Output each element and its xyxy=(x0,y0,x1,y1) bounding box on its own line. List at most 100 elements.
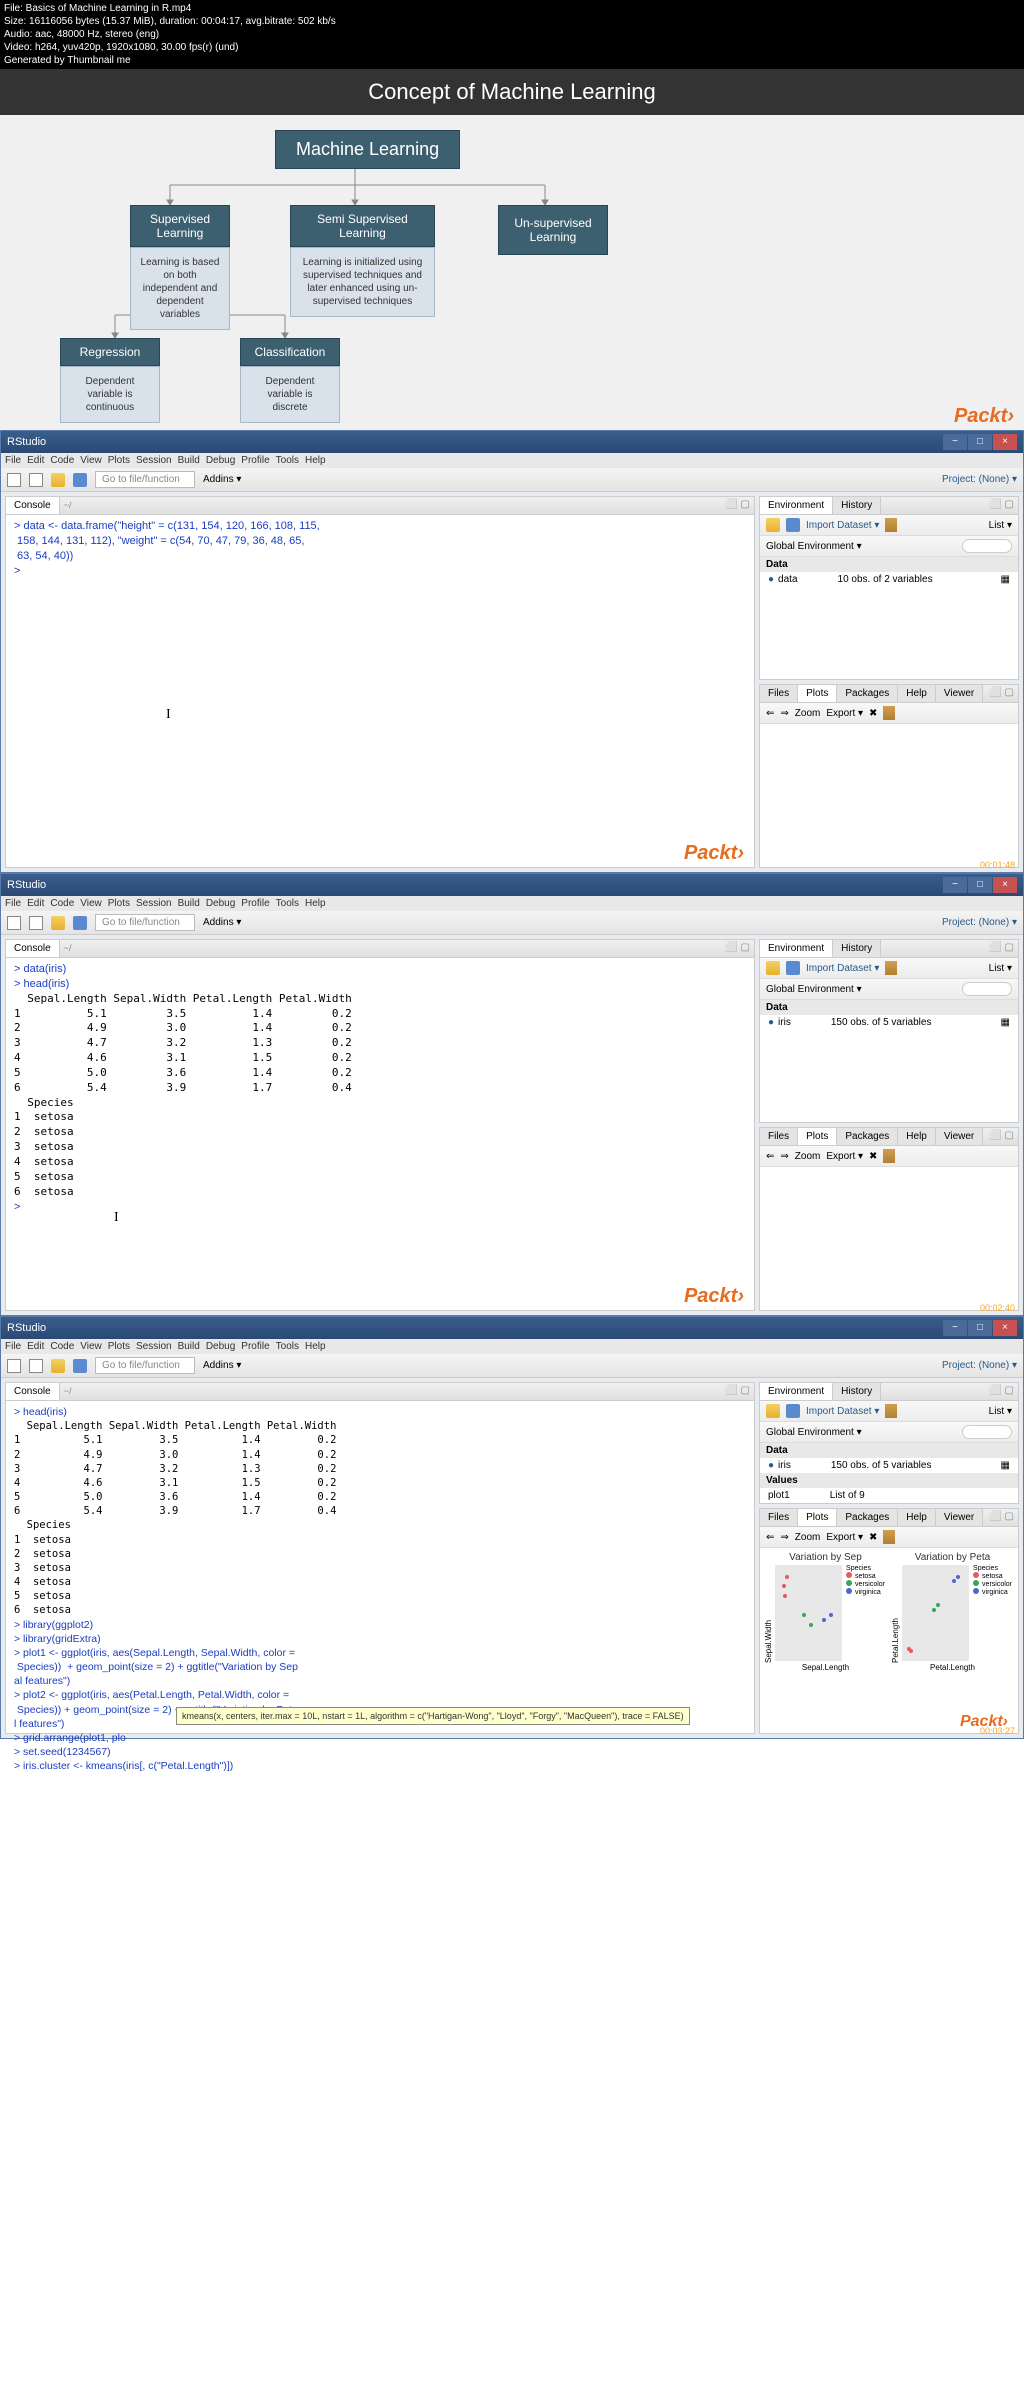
menu-plots[interactable]: Plots xyxy=(108,1341,130,1352)
max-button[interactable]: □ xyxy=(968,434,992,450)
pane-controls[interactable]: ⬜ ▢ xyxy=(721,940,754,957)
menu-file[interactable]: File xyxy=(5,455,21,466)
menu-plots[interactable]: Plots xyxy=(108,455,130,466)
new-file-icon[interactable] xyxy=(7,916,21,930)
tab-console[interactable]: Console xyxy=(6,1383,60,1400)
save-icon[interactable] xyxy=(73,473,87,487)
import-dataset-button[interactable]: Import Dataset ▾ xyxy=(806,1406,879,1417)
load-icon[interactable] xyxy=(766,961,780,975)
prev-plot-icon[interactable]: ⇐ xyxy=(766,1151,774,1162)
pane-controls[interactable]: ⬜ ▢ xyxy=(985,1128,1018,1145)
tab-viewer[interactable]: Viewer xyxy=(936,1509,983,1526)
tab-environment[interactable]: Environment xyxy=(760,497,833,514)
menu-tools[interactable]: Tools xyxy=(276,898,299,909)
save-ws-icon[interactable] xyxy=(786,1404,800,1418)
menu-debug[interactable]: Debug xyxy=(206,898,235,909)
next-plot-icon[interactable]: ⇒ xyxy=(780,1532,788,1543)
tab-help[interactable]: Help xyxy=(898,685,936,702)
new-project-icon[interactable] xyxy=(29,916,43,930)
new-project-icon[interactable] xyxy=(29,1359,43,1373)
menu-code[interactable]: Code xyxy=(50,455,74,466)
save-ws-icon[interactable] xyxy=(786,518,800,532)
load-icon[interactable] xyxy=(766,518,780,532)
save-icon[interactable] xyxy=(73,916,87,930)
clear-plots-icon[interactable] xyxy=(883,706,895,720)
menu-build[interactable]: Build xyxy=(178,1341,200,1352)
menu-edit[interactable]: Edit xyxy=(27,898,44,909)
menu-debug[interactable]: Debug xyxy=(206,455,235,466)
prev-plot-icon[interactable]: ⇐ xyxy=(766,708,774,719)
titlebar[interactable]: RStudio −□× xyxy=(1,431,1023,453)
import-dataset-button[interactable]: Import Dataset ▾ xyxy=(806,963,879,974)
menu-help[interactable]: Help xyxy=(305,1341,326,1352)
menu-profile[interactable]: Profile xyxy=(241,455,269,466)
menu-build[interactable]: Build xyxy=(178,455,200,466)
save-ws-icon[interactable] xyxy=(786,961,800,975)
remove-plot-icon[interactable]: ✖ xyxy=(869,1532,877,1543)
min-button[interactable]: − xyxy=(943,877,967,893)
export-button[interactable]: Export ▾ xyxy=(826,1532,863,1543)
tab-history[interactable]: History xyxy=(833,940,881,957)
tab-history[interactable]: History xyxy=(833,497,881,514)
menu-tools[interactable]: Tools xyxy=(276,455,299,466)
menu-tools[interactable]: Tools xyxy=(276,1341,299,1352)
pane-controls[interactable]: ⬜ ▢ xyxy=(721,497,754,514)
list-view-button[interactable]: List ▾ xyxy=(989,520,1012,531)
menu-code[interactable]: Code xyxy=(50,898,74,909)
env-search[interactable] xyxy=(962,1425,1012,1439)
menu-code[interactable]: Code xyxy=(50,1341,74,1352)
menu-view[interactable]: View xyxy=(80,898,102,909)
console-pane[interactable]: Console~/ ⬜ ▢ > data(iris) > head(iris) … xyxy=(5,939,755,1311)
env-search[interactable] xyxy=(962,982,1012,996)
menu-file[interactable]: File xyxy=(5,898,21,909)
max-button[interactable]: □ xyxy=(968,1320,992,1336)
new-project-icon[interactable] xyxy=(29,473,43,487)
pane-controls[interactable]: ⬜ ▢ xyxy=(985,1509,1018,1526)
clear-icon[interactable] xyxy=(885,518,897,532)
menu-bar[interactable]: FileEditCodeViewPlotsSessionBuildDebugPr… xyxy=(1,896,1023,911)
clear-icon[interactable] xyxy=(885,961,897,975)
menu-debug[interactable]: Debug xyxy=(206,1341,235,1352)
menu-session[interactable]: Session xyxy=(136,1341,172,1352)
menu-session[interactable]: Session xyxy=(136,455,172,466)
clear-icon[interactable] xyxy=(885,1404,897,1418)
close-button[interactable]: × xyxy=(993,1320,1017,1336)
tab-help[interactable]: Help xyxy=(898,1509,936,1526)
tab-packages[interactable]: Packages xyxy=(837,1128,898,1145)
menu-profile[interactable]: Profile xyxy=(241,1341,269,1352)
project-menu[interactable]: Project: (None) ▾ xyxy=(942,1360,1017,1371)
global-env-button[interactable]: Global Environment ▾ xyxy=(766,1427,862,1438)
remove-plot-icon[interactable]: ✖ xyxy=(869,1151,877,1162)
import-dataset-button[interactable]: Import Dataset ▾ xyxy=(806,520,879,531)
clear-plots-icon[interactable] xyxy=(883,1530,895,1544)
env-item[interactable]: plot1List of 9 xyxy=(760,1488,1018,1503)
project-menu[interactable]: Project: (None) ▾ xyxy=(942,474,1017,485)
addins-button[interactable]: Addins ▾ xyxy=(203,474,241,485)
env-search[interactable] xyxy=(962,539,1012,553)
global-env-button[interactable]: Global Environment ▾ xyxy=(766,541,862,552)
next-plot-icon[interactable]: ⇒ xyxy=(780,1151,788,1162)
menu-session[interactable]: Session xyxy=(136,898,172,909)
max-button[interactable]: □ xyxy=(968,877,992,893)
menu-view[interactable]: View xyxy=(80,1341,102,1352)
zoom-button[interactable]: Zoom xyxy=(795,1151,821,1162)
menu-bar[interactable]: File Edit Code View Plots Session Build Debug Pr… xyxy=(1,1339,1023,1354)
menu-plots[interactable]: Plots xyxy=(108,898,130,909)
list-view-button[interactable]: List ▾ xyxy=(989,1406,1012,1417)
global-env-button[interactable]: Global Environment ▾ xyxy=(766,984,862,995)
close-button[interactable]: × xyxy=(993,877,1017,893)
menu-help[interactable]: Help xyxy=(305,898,326,909)
menu-edit[interactable]: Edit xyxy=(27,1341,44,1352)
close-button[interactable]: × xyxy=(993,434,1017,450)
tab-environment[interactable]: Environment xyxy=(760,1383,833,1400)
menu-view[interactable]: View xyxy=(80,455,102,466)
open-icon[interactable] xyxy=(51,473,65,487)
menu-bar[interactable]: FileEditCodeViewPlotsSessionBuildDebugPr… xyxy=(1,453,1023,468)
tab-plots[interactable]: Plots xyxy=(798,685,837,702)
addins-button[interactable]: Addins ▾ xyxy=(203,1360,241,1371)
goto-file-input[interactable]: Go to file/function xyxy=(95,914,195,931)
clear-plots-icon[interactable] xyxy=(883,1149,895,1163)
addins-button[interactable]: Addins ▾ xyxy=(203,917,241,928)
menu-file[interactable]: File xyxy=(5,1341,21,1352)
titlebar[interactable]: RStudio −□× xyxy=(1,1317,1023,1339)
